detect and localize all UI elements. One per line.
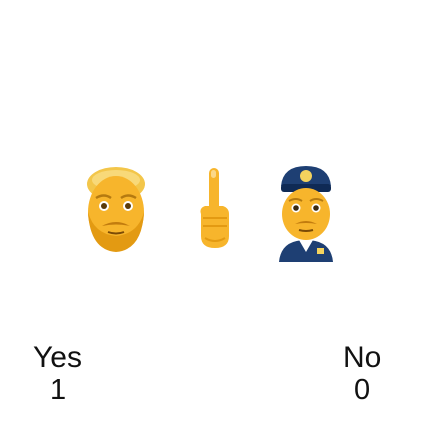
answer-no-value: 0	[354, 374, 371, 406]
answer-no-label: No	[343, 341, 382, 374]
emoji-sequence	[84, 162, 354, 272]
answer-yes-label: Yes	[33, 341, 82, 374]
bearded-man-face-icon	[84, 162, 148, 254]
police-officer-icon	[273, 162, 339, 262]
answer-yes-value: 1	[50, 374, 67, 406]
middle-finger-icon	[197, 162, 231, 254]
